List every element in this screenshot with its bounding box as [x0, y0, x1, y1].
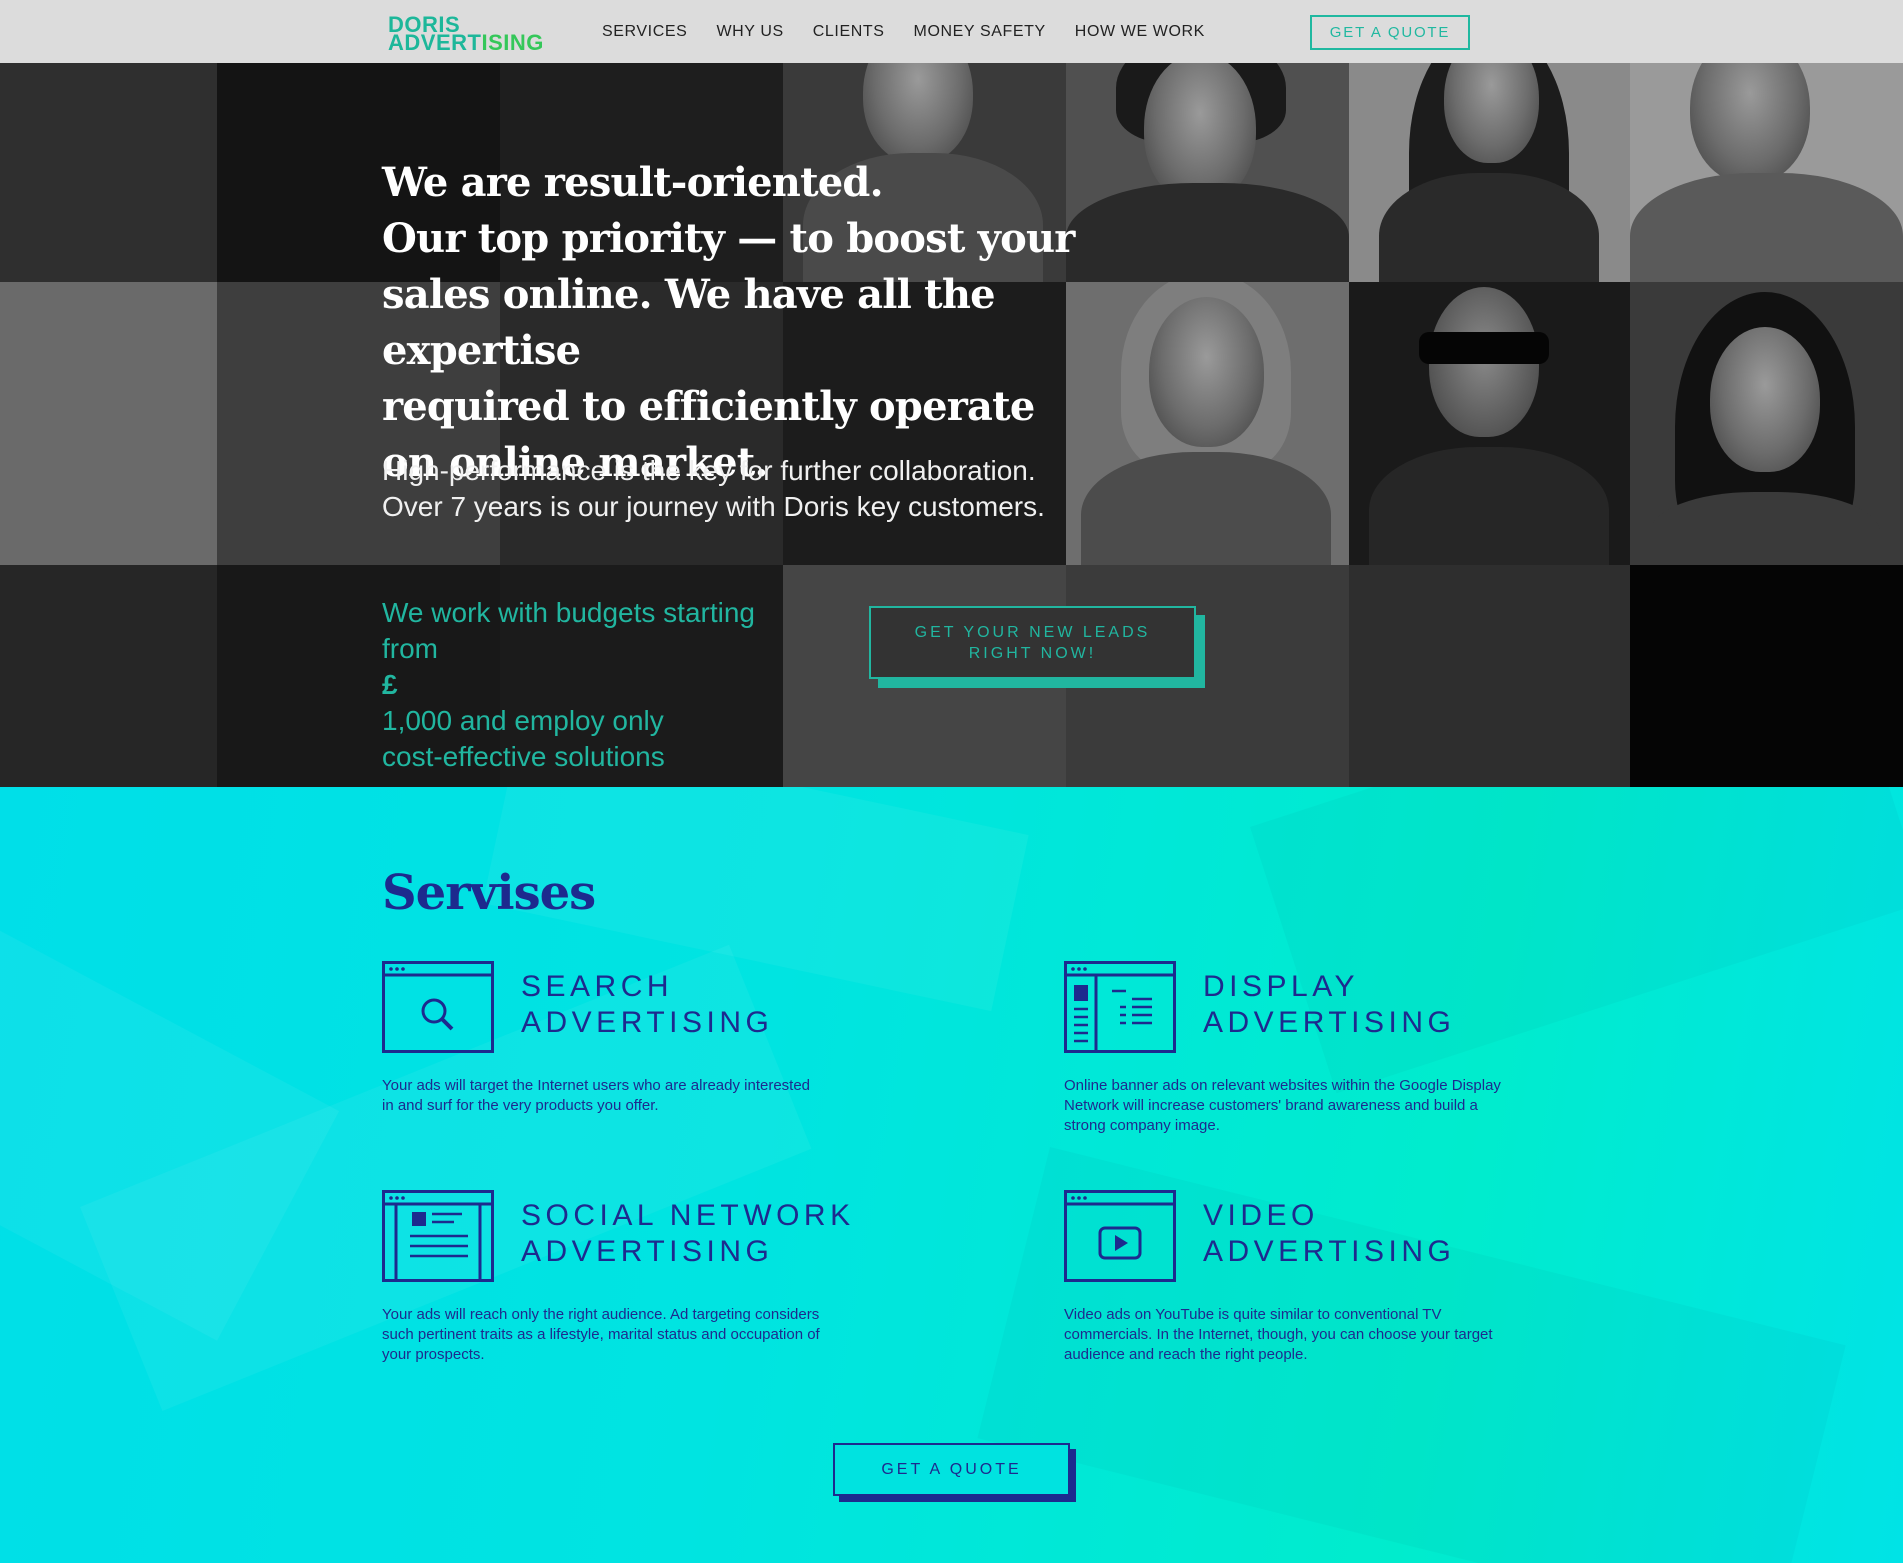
get-a-quote-button[interactable]: GET A QUOTE	[1310, 15, 1470, 50]
get-leads-label: GET YOUR NEW LEADS RIGHT NOW!	[915, 622, 1151, 664]
logo-line2-b: ISING	[481, 30, 544, 55]
service-name-line: DISPLAY	[1203, 970, 1359, 1003]
get-a-quote-bottom-button[interactable]: GET A QUOTE	[833, 1443, 1070, 1496]
portrait-photo	[1349, 282, 1630, 565]
nav-clients[interactable]: CLIENTS	[813, 23, 885, 41]
bg-tile	[1630, 565, 1903, 787]
currency-symbol: £	[382, 669, 398, 700]
portrait-photo	[1066, 63, 1349, 282]
service-social-network-advertising[interactable]: SOCIAL NETWORK ADVERTISING Your ads will…	[382, 1190, 942, 1363]
service-description: Video ads on YouTube is quite similar to…	[1064, 1306, 1493, 1363]
budget-line: We work with budgets starting	[382, 597, 755, 628]
service-name-line: VIDEO	[1203, 1199, 1319, 1232]
service-name-line: ADVERTISING	[521, 1235, 774, 1268]
hero-subtitle: High-performance is the key for further …	[382, 453, 1102, 525]
portrait-photo	[1630, 282, 1903, 565]
bg-tile	[0, 63, 217, 282]
bg-tile	[0, 282, 217, 565]
budget-text: from	[382, 633, 438, 664]
nav-why-us[interactable]: WHY US	[716, 23, 783, 41]
hero-headline-line: required to efficiently operate	[382, 383, 1035, 430]
bg-tile	[0, 565, 217, 787]
hero-section: We are result-oriented. Our top priority…	[0, 63, 1903, 787]
hero-headline-line: Our top priority — to boost your	[382, 215, 1075, 262]
budget-text: 1,000 and employ only	[382, 705, 664, 736]
service-description: Your ads will reach only the right audie…	[382, 1306, 820, 1363]
service-video-advertising[interactable]: VIDEO ADVERTISING Video ads on YouTube i…	[1064, 1190, 1624, 1363]
main-nav: SERVICES WHY US CLIENTS MONEY SAFETY HOW…	[602, 23, 1205, 41]
nav-how-we-work[interactable]: HOW WE WORK	[1075, 23, 1205, 41]
logo-line2: ADVERTISING	[388, 32, 544, 54]
video-browser-icon	[1064, 1190, 1176, 1282]
service-name: SOCIAL NETWORK ADVERTISING	[521, 1198, 855, 1270]
logo[interactable]: DORIS ADVERTISING	[388, 14, 544, 54]
services-section: Servises SEARCH ADVERTISING Your ads wil…	[0, 787, 1903, 1563]
budget-note: We work with budgets starting from £1,00…	[382, 595, 802, 775]
service-name: VIDEO ADVERTISING	[1203, 1198, 1455, 1270]
service-name-line: SEARCH	[521, 970, 674, 1003]
hero-headline-line: sales online. We have all the expertise	[382, 271, 996, 374]
portrait-photo	[1349, 63, 1630, 282]
service-name-line: ADVERTISING	[1203, 1006, 1456, 1039]
display-browser-icon	[1064, 961, 1176, 1053]
service-name-line: ADVERTISING	[521, 1006, 774, 1039]
nav-services[interactable]: SERVICES	[602, 23, 687, 41]
service-name: DISPLAY ADVERTISING	[1203, 969, 1455, 1041]
get-leads-label-line: GET YOUR NEW LEADS	[914, 623, 1151, 641]
portrait-photo	[1066, 282, 1349, 565]
get-leads-label-line: RIGHT NOW!	[968, 644, 1097, 662]
hero-subtitle-line: Over 7 years is our journey with Doris k…	[382, 491, 1045, 522]
budget-line: cost-effective solutions	[382, 741, 665, 772]
service-description: Online banner ads on relevant websites w…	[1064, 1077, 1501, 1134]
bg-tile	[1349, 565, 1630, 787]
service-description: Your ads will target the Internet users …	[382, 1077, 811, 1114]
service-name-line: SOCIAL NETWORK	[521, 1199, 855, 1232]
portrait-photo	[1630, 63, 1903, 282]
services-title: Servises	[382, 865, 596, 921]
hero-subtitle-line: High-performance is the key for further …	[382, 455, 1036, 486]
budget-line: from £1,000 and employ only	[382, 631, 802, 739]
service-search-advertising[interactable]: SEARCH ADVERTISING Your ads will target …	[382, 961, 942, 1121]
nav-money-safety[interactable]: MONEY SAFETY	[914, 23, 1046, 41]
search-browser-icon	[382, 961, 494, 1053]
service-name: SEARCH ADVERTISING	[521, 969, 773, 1041]
service-display-advertising[interactable]: DISPLAY ADVERTISING Online banner ads on…	[1064, 961, 1624, 1134]
site-header: DORIS ADVERTISING SERVICES WHY US CLIENT…	[0, 0, 1903, 63]
hero-headline-line: We are result-oriented.	[382, 159, 884, 206]
logo-line2-a: ADVERT	[388, 30, 482, 55]
social-browser-icon	[382, 1190, 494, 1282]
get-leads-button[interactable]: GET YOUR NEW LEADS RIGHT NOW!	[869, 606, 1196, 679]
hero-headline: We are result-oriented. Our top priority…	[382, 155, 1102, 491]
service-name-line: ADVERTISING	[1203, 1235, 1456, 1268]
